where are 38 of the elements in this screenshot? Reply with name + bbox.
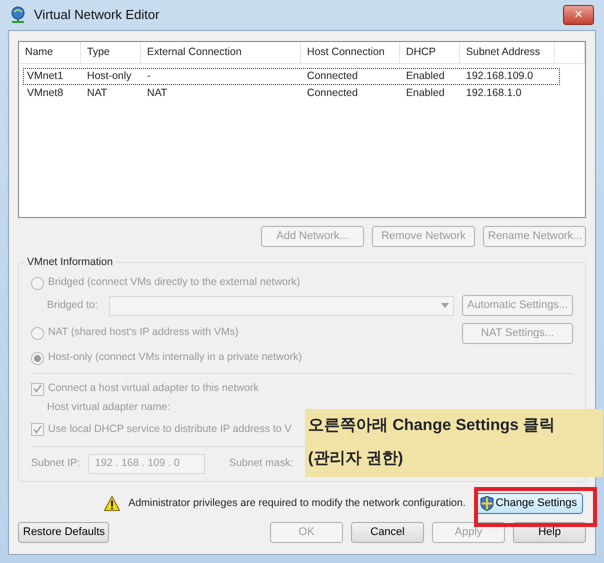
column-header[interactable]: Type — [81, 42, 141, 63]
column-header[interactable]: Host Connection — [301, 42, 400, 63]
radio-label: NAT (shared host's IP address with VMs) — [48, 325, 238, 340]
subnet-ip-label: Subnet IP: — [31, 456, 80, 471]
cancel-button[interactable]: Cancel — [351, 522, 424, 543]
column-header[interactable]: Subnet Address — [460, 42, 555, 63]
table-cell-text: Connected — [306, 68, 359, 84]
table-cell-text: VMnet1 — [26, 68, 64, 84]
radio-label: Bridged (connect VMs directly to the external network) — [48, 275, 300, 290]
radio-label: Host-only (connect VMs internally in a private network) — [48, 350, 302, 366]
table-cell-text: - — [146, 68, 152, 84]
checkbox-label: Use local DHCP service to distribute IP address to V — [48, 422, 292, 437]
column-header[interactable]: Name — [19, 42, 81, 63]
window-title: Virtual Network Editor — [34, 6, 160, 24]
checkbox-label: Connect a host virtual adapter to this network — [48, 381, 259, 396]
column-header[interactable]: DHCP — [400, 42, 460, 63]
subnet-mask-label: Subnet mask: — [229, 456, 294, 471]
restore-defaults-button[interactable]: Restore Defaults — [18, 522, 109, 543]
table-cell-text: NAT — [86, 86, 108, 101]
warning-icon — [104, 496, 120, 511]
adapter-name-label: Host virtual adapter name: — [47, 401, 170, 413]
bridged-to-dropdown[interactable] — [109, 296, 454, 316]
network-globe-icon — [10, 6, 26, 24]
table-cell-text: VMnet8 — [26, 86, 64, 101]
warning-text: Administrator privileges are required to modify the network configuration. — [128, 496, 466, 511]
shield-icon — [480, 496, 494, 511]
table-cell-text: Enabled — [405, 68, 446, 84]
dropdown-caret-icon — [441, 303, 450, 308]
table-cell-text: Enabled — [405, 86, 446, 101]
table-cell-text: NAT — [146, 86, 168, 101]
table-cell-text: Connected — [306, 86, 359, 101]
annotation-line: 오른쪽아래 Change Settings 클릭 — [308, 416, 556, 436]
table-cell-text: Host-only — [86, 68, 132, 84]
table-cell-text: 192.168.1.0 — [465, 86, 522, 101]
annotation-line: (관리자 권한) — [308, 449, 404, 469]
table-cell-text: 192.168.109.0 — [465, 68, 534, 84]
column-header[interactable]: External Connection — [141, 42, 301, 63]
bridged-to-label: Bridged to: — [47, 298, 99, 313]
